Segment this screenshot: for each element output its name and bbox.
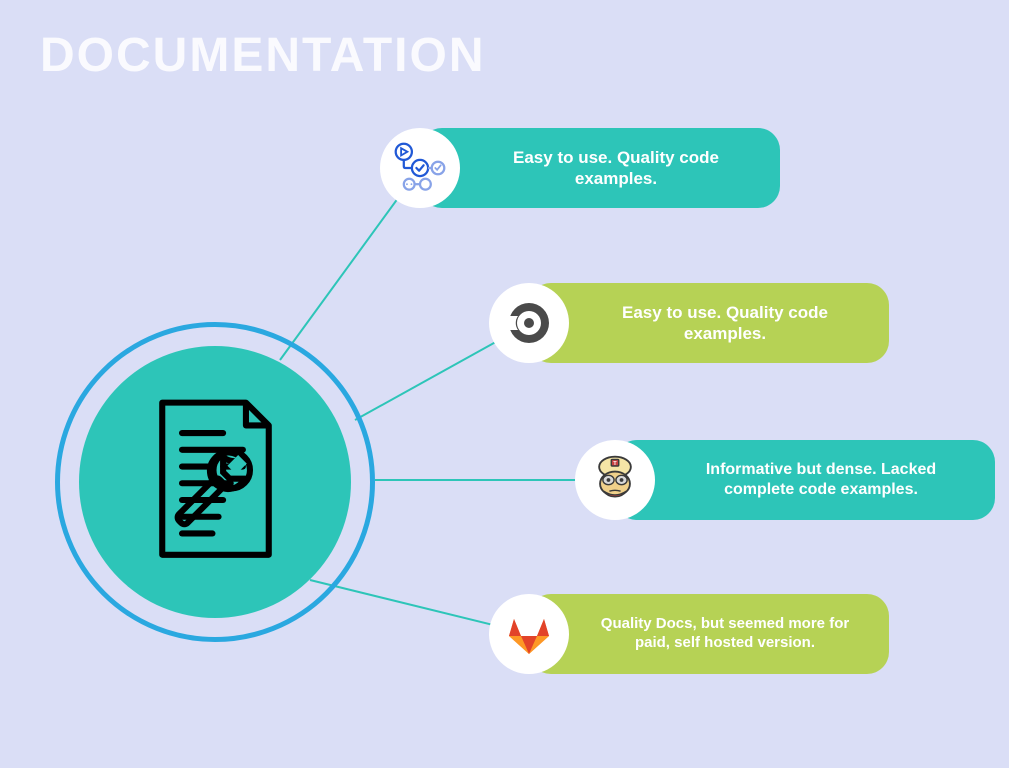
item-text: Easy to use. Quality code examples. <box>529 283 889 363</box>
hub-circle <box>55 322 375 642</box>
circleci-icon <box>489 283 569 363</box>
github-actions-icon <box>380 128 460 208</box>
item-text: Quality Docs, but seemed more for paid, … <box>529 594 889 674</box>
svg-text:T: T <box>613 461 617 467</box>
page-title: DOCUMENTATION <box>40 28 486 83</box>
item-gitlab: Quality Docs, but seemed more for paid, … <box>489 594 889 674</box>
document-wrench-icon <box>138 395 293 570</box>
item-text: Informative but dense. Lacked complete c… <box>615 440 995 520</box>
item-text: Easy to use. Quality code examples. <box>420 128 780 208</box>
item-github-actions: Easy to use. Quality code examples. <box>380 128 780 208</box>
gitlab-icon <box>489 594 569 674</box>
travis-ci-icon: T <box>575 440 655 520</box>
item-circleci: Easy to use. Quality code examples. <box>489 283 889 363</box>
item-travis-ci: T Informative but dense. Lacked complete… <box>575 440 995 520</box>
